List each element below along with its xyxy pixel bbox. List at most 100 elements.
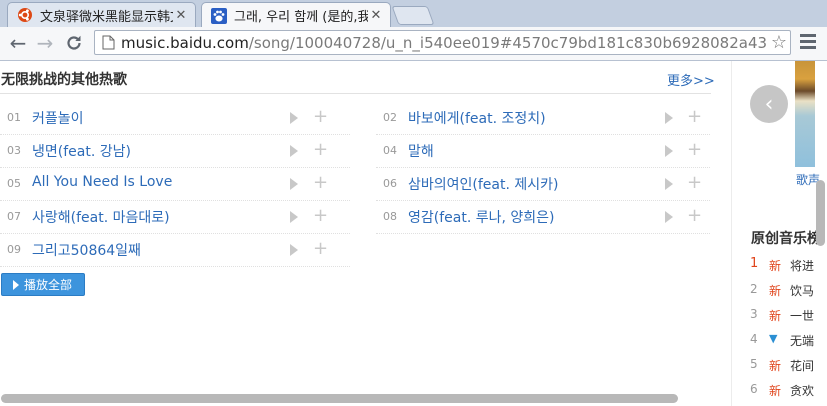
add-icon[interactable]: + xyxy=(313,205,328,226)
chevron-left-icon[interactable]: ‹ xyxy=(750,85,788,123)
add-icon[interactable]: + xyxy=(687,139,702,160)
rank-number: 6 xyxy=(750,382,758,396)
rank-song-name[interactable]: 无端 xyxy=(790,332,814,349)
play-icon[interactable] xyxy=(290,145,298,157)
song-number: 04 xyxy=(383,144,397,157)
play-icon[interactable] xyxy=(665,145,673,157)
more-link[interactable]: 更多>> xyxy=(667,70,715,89)
song-number: 05 xyxy=(7,177,21,190)
song-name[interactable]: All You Need Is Love xyxy=(32,174,172,190)
tab-baidu-music[interactable]: 그래, 우리 함께 (是的,我们 ✕ xyxy=(201,2,391,28)
song-row[interactable]: 02 바보에게(feat. 조정치) + xyxy=(376,101,710,135)
song-row[interactable]: 04 말해 + xyxy=(376,134,710,168)
album-thumbnail[interactable] xyxy=(795,61,815,167)
song-name[interactable]: 바보에게(feat. 조정치) xyxy=(408,108,546,128)
add-icon[interactable]: + xyxy=(313,238,328,259)
close-icon[interactable]: ✕ xyxy=(173,8,189,23)
rank-number: 3 xyxy=(750,307,758,321)
song-row[interactable]: 06 삼바의여인(feat. 제시카) + xyxy=(376,167,710,201)
add-icon[interactable]: + xyxy=(687,106,702,127)
vertical-scrollbar[interactable] xyxy=(816,180,825,246)
play-icon[interactable] xyxy=(290,112,298,124)
song-row[interactable]: 09 그리고50864일째 + xyxy=(0,233,350,267)
song-number: 09 xyxy=(7,243,21,256)
add-icon[interactable]: + xyxy=(313,172,328,193)
add-icon[interactable]: + xyxy=(313,106,328,127)
add-icon[interactable]: + xyxy=(687,172,702,193)
new-badge: 新 xyxy=(769,309,782,323)
add-icon[interactable]: + xyxy=(687,205,702,226)
rank-item[interactable]: 3 新 一世 xyxy=(750,305,827,325)
bookmark-star-icon[interactable]: ☆ xyxy=(768,32,790,53)
play-icon[interactable] xyxy=(665,178,673,190)
forward-icon[interactable]: → xyxy=(33,31,57,55)
song-number: 08 xyxy=(383,210,397,223)
play-icon xyxy=(13,279,19,290)
new-badge: 新 xyxy=(769,384,782,398)
divider xyxy=(731,61,732,406)
browser-toolbar: ← → music.baidu.com/song/100040728/u_n_i… xyxy=(0,27,827,61)
song-row[interactable]: 01 커플놀이 + xyxy=(0,101,350,135)
tab-strip: 文泉驿微米黑能显示韩文 ✕ 그래, 우리 함께 (是的,我们 ✕ xyxy=(0,0,827,28)
rank-number: 4 xyxy=(750,332,758,346)
rank-song-name[interactable]: 一世 xyxy=(790,307,814,324)
page-icon xyxy=(102,35,115,50)
address-bar[interactable]: music.baidu.com/song/100040728/u_n_i540e… xyxy=(94,30,791,55)
song-number: 01 xyxy=(7,111,21,124)
divider xyxy=(0,93,711,94)
new-tab-button[interactable] xyxy=(391,6,435,25)
song-number: 07 xyxy=(7,210,21,223)
song-name[interactable]: 삼바의여인(feat. 제시카) xyxy=(408,174,558,194)
play-all-label: 播放全部 xyxy=(24,278,73,292)
page-content: 无限挑战的其他热歌 更多>> 01 커플놀이 + 03 냉면(feat. 강남)… xyxy=(0,61,827,406)
rank-song-name[interactable]: 贪欢 xyxy=(790,382,814,399)
song-number: 02 xyxy=(383,111,397,124)
song-number: 06 xyxy=(383,177,397,190)
url-text[interactable]: music.baidu.com/song/100040728/u_n_i540e… xyxy=(121,34,768,52)
rank-song-name[interactable]: 花间 xyxy=(790,357,814,374)
chart-title: 原创音乐榜 xyxy=(751,231,821,247)
back-icon[interactable]: ← xyxy=(6,31,30,55)
song-name[interactable]: 사랑해(feat. 마음대로) xyxy=(32,207,170,227)
play-all-button[interactable]: 播放全部 xyxy=(1,273,85,296)
reload-icon[interactable] xyxy=(62,31,86,55)
new-badge: 新 xyxy=(769,359,782,373)
song-row[interactable]: 03 냉면(feat. 강남) + xyxy=(0,134,350,168)
rank-song-name[interactable]: 饮马 xyxy=(790,282,814,299)
song-row[interactable]: 05 All You Need Is Love + xyxy=(0,167,350,201)
rank-item[interactable]: 2 新 饮马 xyxy=(750,280,827,300)
rank-number: 1 xyxy=(750,256,759,271)
url-path: /song/100040728/u_n_i540ee019#4570c79bd1… xyxy=(248,33,768,52)
baidu-paw-icon xyxy=(211,7,227,24)
ubuntu-icon xyxy=(18,8,32,22)
rank-number: 5 xyxy=(750,357,758,371)
add-icon[interactable]: + xyxy=(313,139,328,160)
rank-item[interactable]: 4 ▼ 无端 xyxy=(750,330,827,350)
rank-item[interactable]: 1 新 将进 xyxy=(750,255,827,275)
rank-song-name[interactable]: 将进 xyxy=(790,257,814,274)
play-icon[interactable] xyxy=(665,211,673,223)
play-icon[interactable] xyxy=(665,112,673,124)
song-row[interactable]: 08 영감(feat. 루나, 양희은) + xyxy=(376,200,710,234)
song-name[interactable]: 말해 xyxy=(408,141,434,161)
song-name[interactable]: 영감(feat. 루나, 양희은) xyxy=(408,207,555,227)
section-title: 无限挑战的其他热歌 xyxy=(1,72,127,88)
play-icon[interactable] xyxy=(290,178,298,190)
play-icon[interactable] xyxy=(290,244,298,256)
play-icon[interactable] xyxy=(290,211,298,223)
tab-title: 그래, 우리 함께 (是的,我们 xyxy=(234,10,368,25)
song-name[interactable]: 냉면(feat. 강남) xyxy=(32,141,131,161)
rank-item[interactable]: 5 新 花间 xyxy=(750,355,827,375)
song-number: 03 xyxy=(7,144,21,157)
song-name[interactable]: 커플놀이 xyxy=(32,108,84,128)
url-host: music.baidu.com xyxy=(121,33,249,52)
rank-item[interactable]: 6 新 贪欢 xyxy=(750,380,827,400)
song-name[interactable]: 그리고50864일째 xyxy=(32,240,141,260)
menu-icon[interactable] xyxy=(800,34,816,52)
tab-wenquanyi[interactable]: 文泉驿微米黑能显示韩文 ✕ xyxy=(7,2,196,27)
horizontal-scrollbar[interactable] xyxy=(1,394,678,403)
new-badge: 新 xyxy=(769,284,782,298)
rank-down-arrow-icon: ▼ xyxy=(769,332,778,345)
song-row[interactable]: 07 사랑해(feat. 마음대로) + xyxy=(0,200,350,234)
close-icon[interactable]: ✕ xyxy=(368,8,384,23)
